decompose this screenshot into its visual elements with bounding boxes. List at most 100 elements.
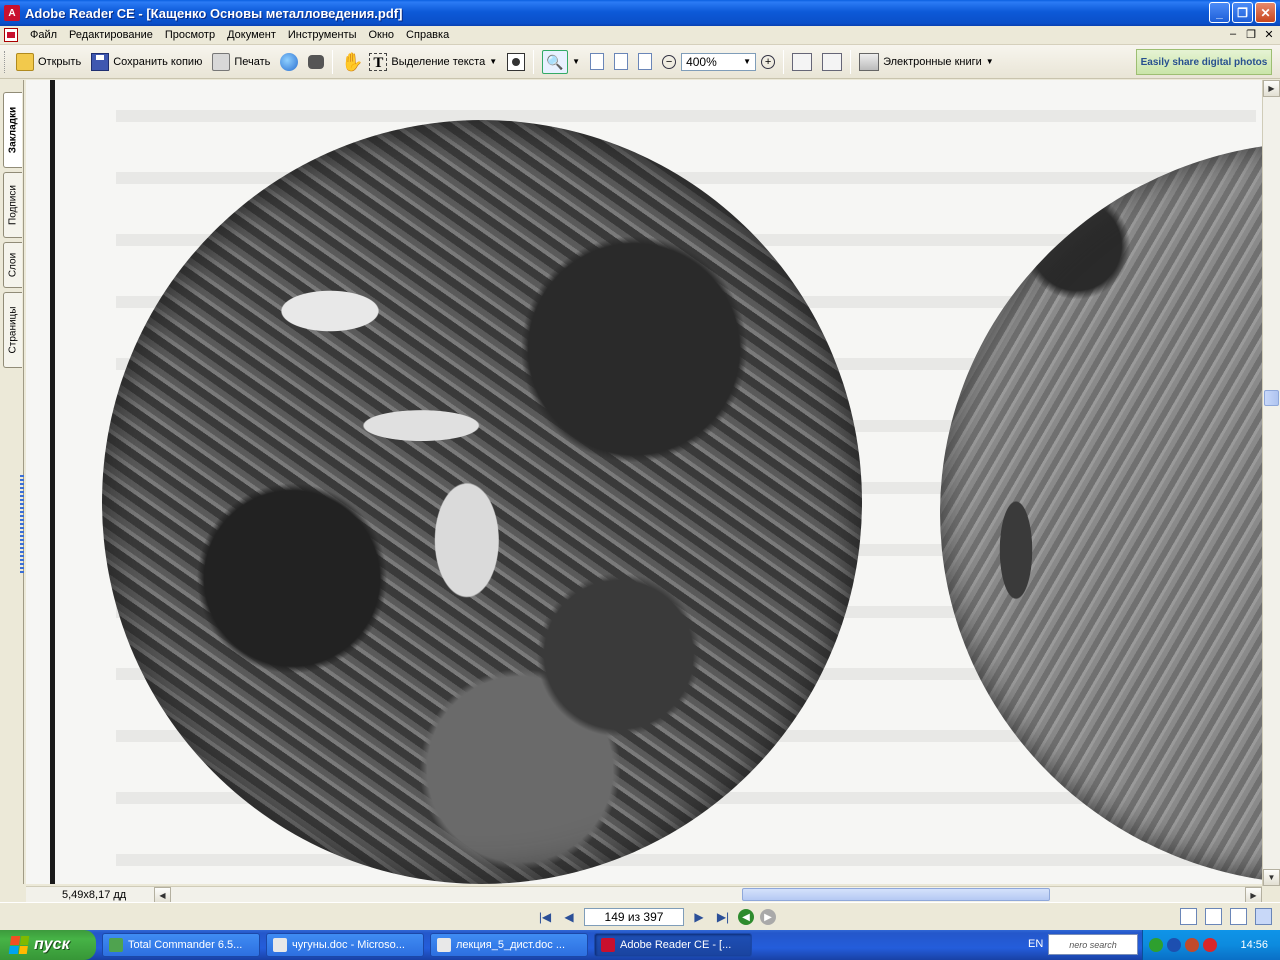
facing-pages-icon[interactable] (1255, 908, 1272, 925)
windows-logo-icon (8, 936, 30, 954)
page-layout-controls (1180, 908, 1272, 925)
tab-bookmarks[interactable]: Закладки (3, 92, 22, 168)
tab-signatures-label: Подписи (7, 185, 19, 225)
snapshot-button[interactable] (502, 49, 530, 75)
menu-document[interactable]: Документ (221, 26, 282, 45)
page-indicator: 149 из 397 (604, 910, 664, 924)
tab-pages-label: Страницы (7, 306, 19, 354)
task-adobe-reader[interactable]: Adobe Reader CE - [... (594, 933, 752, 957)
go-forward-icon[interactable]: ▶ (760, 909, 776, 925)
page-navigation: |◀ ◀ 149 из 397 ▶ ▶| ◀ ▶ (536, 908, 776, 926)
rotate-cw-button[interactable] (787, 49, 817, 75)
task-label: лекция_5_дист.doc ... (456, 939, 566, 951)
tab-pages[interactable]: Страницы (3, 292, 22, 368)
doc-close-button[interactable]: ✕ (1262, 28, 1276, 41)
toolbar-separator (533, 49, 535, 74)
bluetooth-icon[interactable] (1167, 938, 1181, 952)
tab-layers[interactable]: Слои (3, 242, 22, 288)
last-page-icon[interactable]: ▶| (714, 909, 732, 925)
continuous-page-icon[interactable] (1205, 908, 1222, 925)
doc-restore-button[interactable]: ❐ (1244, 28, 1258, 41)
menu-window[interactable]: Окно (362, 26, 400, 45)
menu-file[interactable]: Файл (24, 26, 63, 45)
task-total-commander[interactable]: Total Commander 6.5... (102, 933, 260, 957)
pdf-document-icon[interactable] (4, 28, 18, 42)
chevron-down-icon[interactable]: ▼ (572, 57, 580, 66)
single-page-icon[interactable] (1180, 908, 1197, 925)
vertical-scrollbar[interactable]: ▶ ▼ (1262, 80, 1280, 886)
menu-view[interactable]: Просмотр (159, 26, 221, 45)
zoom-out-button[interactable]: − (657, 49, 681, 75)
window-controls: _ ❐ ✕ (1209, 2, 1276, 23)
first-page-icon[interactable]: |◀ (536, 909, 554, 925)
toolbar-separator (332, 49, 334, 74)
scroll-down-arrow-icon[interactable]: ▼ (1263, 869, 1280, 886)
chevron-down-icon[interactable]: ▼ (743, 57, 751, 66)
security-icon[interactable] (1203, 938, 1217, 952)
promo-banner[interactable]: Easily share digital photos (1136, 49, 1272, 75)
actual-size-button[interactable] (585, 49, 609, 75)
zoom-level-field[interactable]: 400% ▼ (681, 52, 757, 71)
hand-icon: ✋ (341, 51, 364, 72)
search-button[interactable] (303, 49, 329, 75)
arrow-tray-icon[interactable] (1149, 938, 1163, 952)
horizontal-scroll-thumb[interactable] (742, 888, 1050, 901)
clock[interactable]: 14:56 (1240, 939, 1268, 951)
zoom-in-button[interactable]: + (756, 49, 780, 75)
save-copy-button[interactable]: Сохранить копию (86, 49, 207, 75)
web-button[interactable] (275, 49, 303, 75)
text-select-icon: T (369, 52, 388, 71)
task-label: Total Commander 6.5... (128, 939, 243, 951)
nero-search-box[interactable]: nero search (1048, 934, 1138, 955)
menu-tools[interactable]: Инструменты (282, 26, 363, 45)
pane-resize-handle[interactable] (20, 475, 24, 575)
horizontal-bar: 5,49x8,17 дд ◀ ▶ (26, 886, 1262, 904)
start-button[interactable]: пуск (0, 930, 96, 960)
doc-minimize-button[interactable]: – (1226, 28, 1240, 41)
scroll-right-arrow-icon[interactable]: ▶ (1263, 80, 1280, 97)
open-button[interactable]: Открыть (11, 49, 86, 75)
fit-page-button[interactable] (609, 49, 633, 75)
hand-tool-button[interactable]: ✋ (336, 49, 364, 75)
nero-search-label: nero search (1069, 939, 1117, 950)
windows-taskbar: пуск Total Commander 6.5... чугуны.doc -… (0, 930, 1280, 960)
previous-page-icon[interactable]: ◀ (560, 909, 578, 925)
task-label: Adobe Reader CE - [... (620, 939, 732, 951)
plus-circle-icon: + (761, 54, 776, 69)
minimize-button[interactable]: _ (1209, 2, 1230, 23)
print-button[interactable]: Печать (207, 49, 275, 75)
fit-width-button[interactable] (633, 49, 657, 75)
chevron-down-icon[interactable]: ▼ (986, 57, 994, 66)
go-back-icon[interactable]: ◀ (738, 909, 754, 925)
toolbar-grip[interactable] (4, 50, 7, 73)
chevron-down-icon[interactable]: ▼ (489, 57, 497, 66)
tab-signatures[interactable]: Подписи (3, 172, 22, 238)
select-text-button[interactable]: T Выделение текста ▼ (364, 49, 502, 75)
floppy-disk-icon (91, 52, 110, 71)
close-button[interactable]: ✕ (1255, 2, 1276, 23)
vertical-scroll-thumb[interactable] (1264, 390, 1279, 406)
document-view[interactable] (26, 80, 1262, 884)
menu-edit[interactable]: Редактирование (63, 26, 159, 45)
ebooks-button[interactable]: Электронные книги ▼ (854, 49, 999, 75)
menu-help[interactable]: Справка (400, 26, 455, 45)
page-border (50, 80, 55, 884)
navigation-pane-tabs: Закладки Подписи Слои Страницы (0, 80, 24, 884)
rotate-ccw-button[interactable] (817, 49, 847, 75)
maximize-button[interactable]: ❐ (1232, 2, 1253, 23)
open-label: Открыть (38, 55, 82, 68)
language-indicator[interactable]: EN (1028, 938, 1043, 950)
antivirus-icon[interactable] (1185, 938, 1199, 952)
zoom-tool-button[interactable]: 🔍 ▼ (537, 49, 585, 75)
binoculars-icon (308, 54, 325, 69)
adobe-reader-icon (601, 938, 615, 952)
continuous-facing-icon[interactable] (1230, 908, 1247, 925)
task-word-chuguny[interactable]: чугуны.doc - Microso... (266, 933, 424, 957)
window-title: Adobe Reader CE - [Кащенко Основы металл… (25, 5, 403, 21)
rotate-clockwise-icon (792, 52, 813, 71)
task-word-lecture[interactable]: лекция_5_дист.doc ... (430, 933, 588, 957)
page-number-field[interactable]: 149 из 397 (584, 908, 684, 926)
word-doc-icon (273, 938, 287, 952)
next-page-icon[interactable]: ▶ (690, 909, 708, 925)
adobe-reader-icon: A (4, 5, 20, 21)
